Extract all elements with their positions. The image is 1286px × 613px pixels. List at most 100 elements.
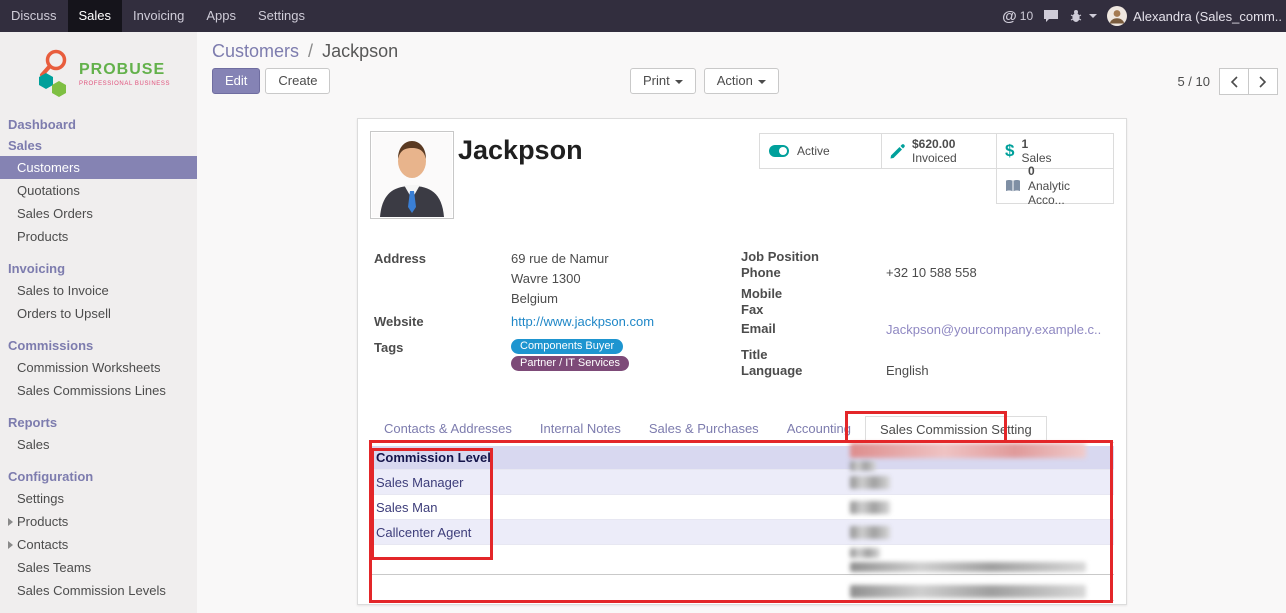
caret-down-icon	[758, 80, 766, 84]
redacted-blur	[850, 526, 890, 539]
probuse-logo-icon	[34, 48, 72, 100]
control-panel-buttons: Edit Create	[212, 68, 330, 94]
sidebar-item-dashboard[interactable]: Dashboard	[0, 114, 197, 135]
tab-internal-notes[interactable]: Internal Notes	[526, 416, 635, 442]
column-header-commission-level[interactable]: Commission Level	[370, 450, 492, 465]
redacted-blur	[850, 585, 1086, 598]
sidebar-item-config-products[interactable]: Products	[0, 510, 197, 533]
website-label: Website	[374, 314, 424, 329]
title-label: Title	[741, 347, 768, 362]
redacted-blur	[850, 562, 1086, 572]
sidebar-section-invoicing[interactable]: Invoicing	[0, 258, 197, 279]
sidebar-item-sales-commissions-lines[interactable]: Sales Commissions Lines	[0, 379, 197, 402]
sidebar-item-sales-orders[interactable]: Sales Orders	[0, 202, 197, 225]
chevron-left-icon	[1230, 76, 1238, 88]
website-link[interactable]: http://www.jackpson.com	[511, 314, 654, 329]
sidebar-item-customers[interactable]: Customers	[0, 156, 197, 179]
language-label: Language	[741, 363, 802, 378]
sidebar-section-configuration[interactable]: Configuration	[0, 466, 197, 487]
sidebar-item-sales-to-invoice[interactable]: Sales to Invoice	[0, 279, 197, 302]
commission-level-cell[interactable]: Sales Manager	[370, 475, 492, 490]
tags-label: Tags	[374, 340, 403, 355]
customer-photo[interactable]	[370, 131, 454, 219]
stat-buttons: Active $620.00 Invoiced $ 1 Sales	[756, 133, 1114, 204]
pencil-icon	[890, 144, 905, 159]
edit-button[interactable]: Edit	[212, 68, 260, 94]
logo-subtitle: PROFESSIONAL BUSINESS	[79, 81, 170, 87]
commission-level-cell[interactable]: Callcenter Agent	[370, 525, 492, 540]
user-name: Alexandra (Sales_comm..	[1133, 9, 1282, 24]
top-navbar: Discuss Sales Invoicing Apps Settings @ …	[0, 0, 1286, 32]
sidebar-item-orders-to-upsell[interactable]: Orders to Upsell	[0, 302, 197, 325]
menu-settings[interactable]: Settings	[247, 0, 316, 32]
print-dropdown[interactable]: Print	[630, 68, 696, 94]
sidebar-item-commission-worksheets[interactable]: Commission Worksheets	[0, 356, 197, 379]
mentions-button[interactable]: @ 10	[1002, 8, 1033, 25]
mobile-label: Mobile	[741, 286, 782, 301]
tab-accounting[interactable]: Accounting	[773, 416, 865, 442]
probuse-logo: PROBUSE PROFESSIONAL BUSINESS	[0, 32, 197, 114]
menu-apps[interactable]: Apps	[195, 0, 247, 32]
caret-down-icon	[1089, 14, 1097, 18]
record-name: Jackpson	[458, 135, 583, 166]
pager-counter: 5 / 10	[1177, 74, 1210, 89]
menu-invoicing[interactable]: Invoicing	[122, 0, 195, 32]
tag-partner-it-services[interactable]: Partner / IT Services	[511, 356, 629, 371]
commission-level-cell[interactable]: Sales Man	[370, 500, 492, 515]
sidebar-section-reports[interactable]: Reports	[0, 412, 197, 433]
sidebar-item-sales-commission-levels[interactable]: Sales Commission Levels	[0, 579, 197, 602]
customer-form-sheet: Jackpson Active $620.00 Invoiced	[357, 118, 1127, 605]
sidebar-item-sales-teams[interactable]: Sales Teams	[0, 556, 197, 579]
redacted-blur	[850, 548, 880, 558]
sidebar-section-commissions[interactable]: Commissions	[0, 335, 197, 356]
notification-count: 10	[1020, 9, 1033, 23]
phone-label: Phone	[741, 265, 781, 280]
debug-menu-button[interactable]	[1069, 9, 1097, 23]
sidebar-item-products[interactable]: Products	[0, 225, 197, 248]
table-row[interactable]: Sales Manager	[370, 470, 1114, 495]
caret-down-icon	[675, 80, 683, 84]
tab-sales-purchases[interactable]: Sales & Purchases	[635, 416, 773, 442]
pager-next-button[interactable]	[1248, 68, 1278, 95]
email-label: Email	[741, 321, 776, 336]
at-icon: @	[1002, 8, 1017, 25]
address-line-1: 69 rue de Namur	[511, 251, 609, 266]
action-dropdown[interactable]: Action	[704, 68, 779, 94]
user-menu[interactable]: Alexandra (Sales_comm..	[1107, 6, 1282, 26]
table-footer-separator	[370, 574, 1114, 575]
table-row[interactable]: Callcenter Agent	[370, 520, 1114, 545]
notebook-tabs: Contacts & Addresses Internal Notes Sale…	[370, 416, 1114, 443]
redacted-blur	[850, 501, 890, 514]
tab-sales-commission-setting[interactable]: Sales Commission Setting	[865, 416, 1047, 443]
menu-discuss[interactable]: Discuss	[0, 0, 68, 32]
dollar-icon: $	[1005, 141, 1014, 161]
sidebar-item-sales[interactable]: Sales	[0, 135, 197, 156]
sidebar-item-config-contacts[interactable]: Contacts	[0, 533, 197, 556]
tab-contacts-addresses[interactable]: Contacts & Addresses	[370, 416, 526, 442]
fax-label: Fax	[741, 302, 763, 317]
sidebar-item-reports-sales[interactable]: Sales	[0, 433, 197, 456]
sidebar-item-quotations[interactable]: Quotations	[0, 179, 197, 202]
pager-previous-button[interactable]	[1219, 68, 1249, 95]
breadcrumb-customers-link[interactable]: Customers	[212, 41, 299, 61]
sidebar-item-settings[interactable]: Settings	[0, 487, 197, 510]
table-row[interactable]: Sales Man	[370, 495, 1114, 520]
toggle-icon	[768, 144, 790, 158]
job-position-label: Job Position	[741, 249, 819, 264]
menu-sales[interactable]: Sales	[68, 0, 123, 32]
main-content: Customers / Jackpson Edit Create Print A…	[197, 32, 1286, 613]
chat-bubble-icon	[1043, 9, 1059, 23]
messages-button[interactable]	[1043, 9, 1059, 23]
analytic-accounts-stat-button[interactable]: 0 Analytic Acco...	[996, 168, 1114, 204]
redacted-blur	[850, 476, 890, 489]
redacted-blur	[850, 443, 1086, 458]
tag-components-buyer[interactable]: Components Buyer	[511, 339, 623, 354]
sidebar-nav: Dashboard Sales Customers Quotations Sal…	[0, 114, 197, 602]
active-toggle-button[interactable]: Active	[759, 133, 882, 169]
breadcrumb-separator: /	[308, 41, 313, 61]
invoiced-stat-button[interactable]: $620.00 Invoiced	[881, 133, 997, 169]
commission-table: Commission Level Sales Manager Sales Man…	[370, 446, 1114, 559]
email-link[interactable]: Jackpson@yourcompany.example.c..	[886, 322, 1101, 337]
sidebar: PROBUSE PROFESSIONAL BUSINESS Dashboard …	[0, 32, 197, 613]
create-button[interactable]: Create	[265, 68, 330, 94]
